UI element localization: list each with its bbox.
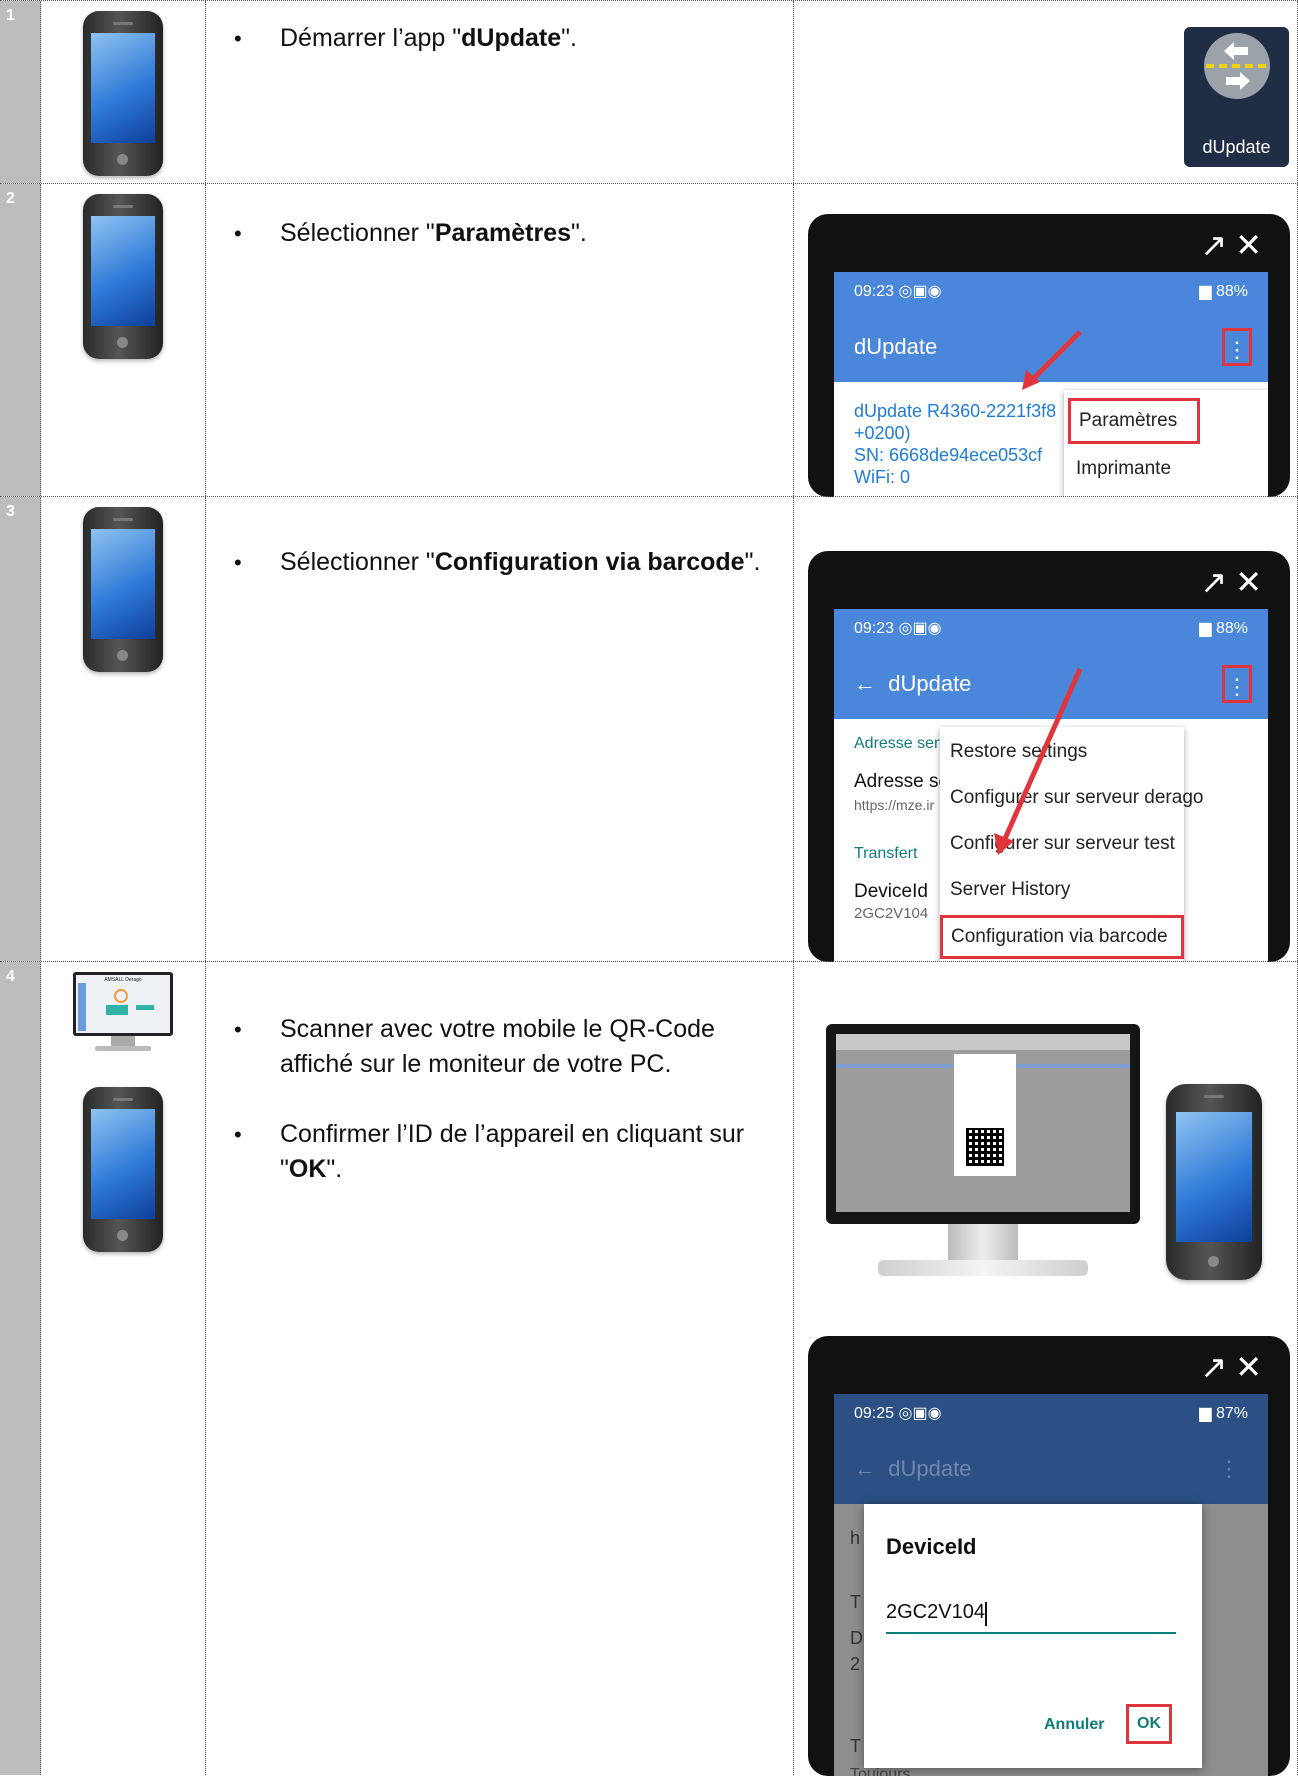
step-row-4: 4 AMSALL Derago Scanner avec votre mobil… [0, 961, 1298, 1776]
section-header: Transfert [854, 845, 918, 862]
step-number-cell: 3 [0, 497, 41, 961]
step-row-2: 2 Sélectionner "Paramètres". ↗✕ 09:23 ◎▣… [0, 183, 1298, 497]
instruction-bullet: Sélectionner "Paramètres". [206, 216, 793, 251]
step-row-1: 1 Démarrer l’app "dUpdate". dUpdate [0, 0, 1298, 183]
ok-button[interactable]: OK [1126, 1704, 1172, 1744]
setting-value: https://mze.ir [854, 797, 935, 813]
overflow-menu-icon: ⋮ [1218, 1456, 1240, 1481]
smartphone-icon [1166, 1084, 1262, 1280]
deviceid-dialog: DeviceId 2GC2V104 Annuler OK [864, 1504, 1202, 1768]
instruction-cell: Sélectionner "Paramètres". [206, 184, 794, 496]
cancel-button[interactable]: Annuler [1044, 1716, 1104, 1734]
window-controls-icon: ↗✕ [1200, 564, 1270, 600]
signal-icon: ▆ [1199, 620, 1212, 637]
device-cell: AMSALL Derago [41, 962, 206, 1775]
swap-arrows-icon [1204, 33, 1270, 99]
step-row-3: 3 Sélectionner "Configuration via barcod… [0, 496, 1298, 962]
wifi-info: WiFi: 0 [854, 467, 910, 487]
status-time: 09:23 [854, 620, 895, 637]
background-letter: T [850, 1736, 861, 1756]
battery-level: 88% [1215, 283, 1248, 300]
smartphone-icon [83, 507, 163, 672]
battery-level: 88% [1215, 620, 1248, 637]
device-cell [41, 184, 206, 496]
background-letter: 2 [850, 1654, 861, 1674]
step-number-cell: 2 [0, 184, 41, 496]
instruction-cell: Sélectionner "Configuration via barcode"… [206, 497, 794, 961]
monitor-icon: AMSALL Derago [73, 972, 173, 1054]
phone-screenshot-deviceid-dialog: ↗✕ 09:25 ◎▣◉ ▆ 87% ← dUpdate ⋮ h T D 2 T T… [808, 1336, 1290, 1776]
signal-icon: ▆ [1199, 1405, 1212, 1422]
background-letter: D [850, 1628, 863, 1648]
qr-code-icon [966, 1128, 1004, 1166]
input-value: 2GC2V104 [886, 1601, 985, 1623]
monitor-with-qr-illustration [826, 1024, 1140, 1276]
instruction-cell: Scanner avec votre mobile le QR-Code aff… [206, 962, 794, 1775]
menu-item-imprimante[interactable]: Imprimante [1076, 458, 1171, 480]
menu-item-configure-derago[interactable]: Configurer sur serveur derago [950, 787, 1203, 809]
setting-title: DeviceId [854, 881, 928, 902]
back-arrow-icon[interactable]: ← [854, 671, 876, 696]
app-title: dUpdate [888, 671, 972, 696]
overflow-menu-icon[interactable]: ⋮ [1222, 665, 1252, 703]
smartphone-icon [83, 1087, 163, 1252]
menu-item-configuration-barcode[interactable]: Configuration via barcode [940, 915, 1184, 959]
step-number: 4 [6, 968, 15, 985]
overflow-menu: Restore settings Configurer sur serveur … [940, 727, 1203, 962]
background-letter: h [850, 1528, 861, 1548]
step-number: 3 [6, 503, 15, 520]
app-icon-label: dUpdate [1202, 137, 1271, 157]
phone-screenshot-settings-page: ↗✕ 09:23 ◎▣◉ ▆ 88% ← dUpdate ⋮ Adresse se… [808, 551, 1290, 962]
overflow-menu: Paramètres Imprimante [1064, 390, 1268, 497]
dupdate-app-icon[interactable]: dUpdate [1184, 27, 1289, 167]
smartphone-icon [83, 194, 163, 359]
version-info-line: dUpdate R4360-2221f3f8 [854, 401, 1057, 421]
battery-level: 87% [1215, 1405, 1248, 1422]
instruction-cell: Démarrer l’app "dUpdate". [206, 1, 794, 183]
status-time: 09:23 [854, 283, 895, 300]
instruction-bullet: Scanner avec votre mobile le QR-Code aff… [206, 1012, 793, 1082]
smartphone-icon [83, 11, 163, 176]
version-info-line: +0200) [854, 423, 911, 443]
serial-number: SN: 6668de94ece053cf [854, 445, 1043, 465]
window-controls-icon: ↗✕ [1200, 1349, 1270, 1385]
step-number-cell: 4 [0, 962, 41, 1775]
instruction-bullet: Sélectionner "Configuration via barcode"… [206, 545, 793, 580]
dialog-title: DeviceId [886, 1534, 977, 1559]
overflow-menu-icon[interactable]: ⋮ [1222, 328, 1252, 366]
deviceid-input[interactable]: 2GC2V104 [886, 1594, 1176, 1634]
instruction-bullet: Confirmer l’ID de l’appareil en cliquant… [206, 1117, 793, 1187]
step-number-cell: 1 [0, 1, 41, 183]
background-letter: T [850, 1592, 861, 1612]
menu-item-parametres[interactable]: Paramètres [1068, 398, 1200, 444]
menu-item-server-history[interactable]: Server History [950, 879, 1070, 901]
status-time: 09:25 [854, 1405, 895, 1422]
menu-item-restore-settings[interactable]: Restore settings [950, 741, 1087, 763]
instruction-bullet: Démarrer l’app "dUpdate". [206, 21, 793, 56]
step-number: 1 [6, 7, 15, 24]
signal-icon: ▆ [1199, 283, 1212, 300]
device-cell [41, 497, 206, 961]
step-number: 2 [6, 190, 15, 207]
section-header: Adresse serv [854, 735, 948, 752]
device-cell [41, 1, 206, 183]
instruction-table: 1 Démarrer l’app "dUpdate". dUpdate 2 [0, 0, 1298, 1776]
back-arrow-icon: ← [854, 1456, 876, 1481]
phone-screenshot-settings-menu: ↗✕ 09:23 ◎▣◉ ▆ 88% dUpdate ⋮ dUpdate R436… [808, 214, 1290, 497]
monitor-title: AMSALL Derago [104, 977, 142, 983]
app-title: dUpdate [888, 1456, 972, 1481]
setting-value: 2GC2V104 [854, 905, 929, 922]
menu-item-configure-test[interactable]: Configurer sur serveur test [950, 833, 1175, 855]
window-controls-icon: ↗✕ [1200, 227, 1270, 263]
app-title: dUpdate [854, 334, 938, 359]
